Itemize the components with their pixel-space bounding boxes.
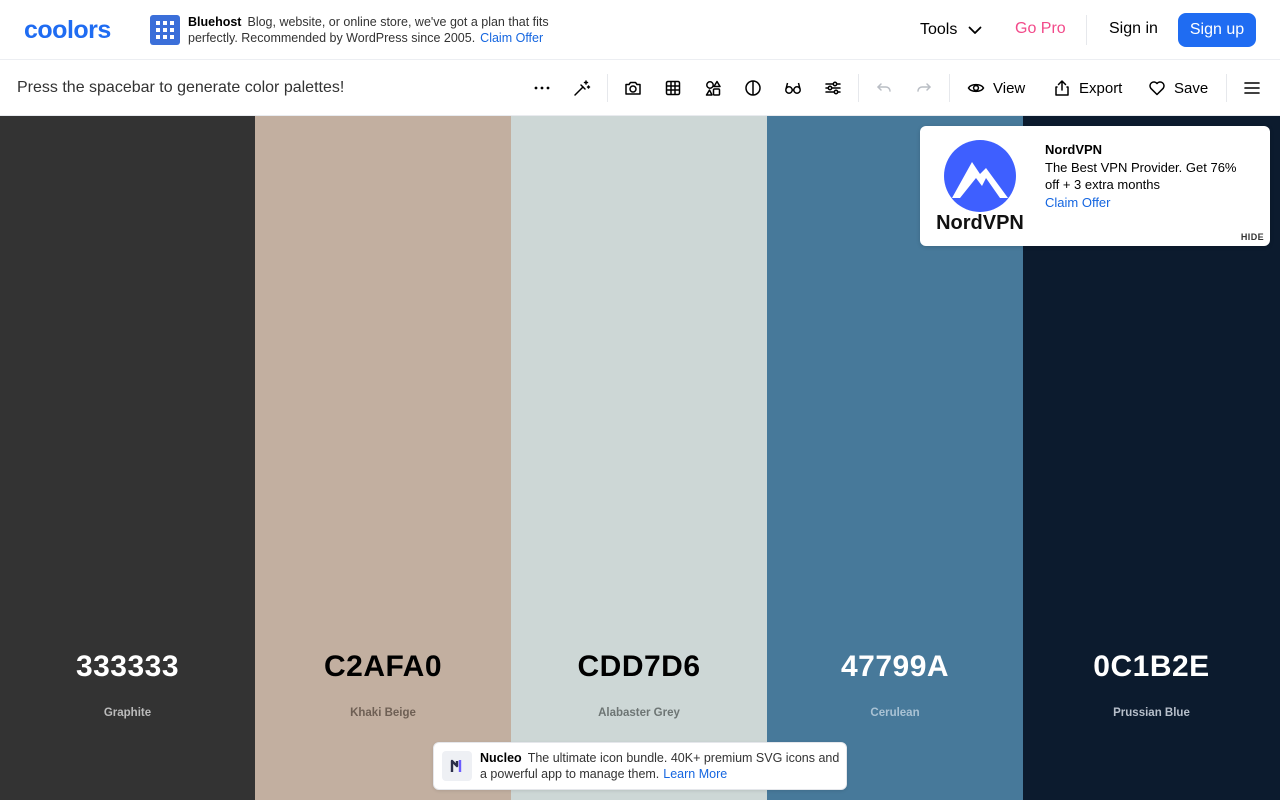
go-pro-link[interactable]: Go Pro	[1015, 20, 1066, 38]
hex-code[interactable]: 333333	[0, 650, 255, 684]
more-options-button[interactable]	[530, 76, 554, 100]
hide-ad-button[interactable]: HIDE	[1241, 232, 1264, 242]
hex-code[interactable]: 47799A	[767, 650, 1023, 684]
palette-toolbar: Press the spacebar to generate color pal…	[0, 60, 1280, 116]
color-name[interactable]: Alabaster Grey	[511, 707, 767, 719]
sliders-icon	[825, 81, 841, 95]
magic-button[interactable]	[570, 76, 594, 100]
nucleo-brand: Nucleo	[480, 751, 522, 765]
magic-wand-icon	[574, 80, 591, 96]
view-label: View	[993, 79, 1026, 97]
menu-button[interactable]	[1240, 76, 1264, 100]
shapes-icon	[705, 80, 721, 96]
save-label: Save	[1174, 79, 1209, 97]
camera-button[interactable]	[621, 76, 645, 100]
ad-brand: Bluehost	[188, 15, 242, 29]
nordvpn-logo: NordVPN	[936, 140, 1024, 232]
generate-hint: Press the spacebar to generate color pal…	[17, 79, 345, 96]
tools-menu[interactable]: Tools	[920, 19, 983, 41]
nordvpn-ad[interactable]: NordVPN NordVPN The Best VPN Provider. G…	[920, 126, 1270, 246]
toolbar-divider	[949, 74, 950, 102]
heart-icon	[1149, 81, 1165, 96]
color-swatch[interactable]: C2AFA0 Khaki Beige	[255, 116, 511, 800]
nucleo-ad-text: Nucleo The ultimate icon bundle. 40K+ pre…	[480, 750, 840, 782]
undo-icon	[877, 83, 891, 92]
hex-code[interactable]: C2AFA0	[255, 650, 511, 684]
hex-code[interactable]: 0C1B2E	[1023, 650, 1280, 684]
adjust-button[interactable]	[821, 76, 845, 100]
grid-icon	[665, 80, 681, 96]
toolbar-divider	[1226, 74, 1227, 102]
color-swatch[interactable]: 333333 Graphite	[0, 116, 255, 800]
nordvpn-description: The Best VPN Provider. Get 76% off + 3 e…	[1045, 159, 1237, 193]
tools-label: Tools	[920, 21, 958, 38]
undo-button[interactable]	[872, 76, 896, 100]
coolors-logo[interactable]: coolors	[24, 17, 124, 43]
toolbar-divider	[858, 74, 859, 102]
export-label: Export	[1079, 79, 1123, 97]
view-button[interactable]: View	[967, 76, 1025, 100]
save-button[interactable]: Save	[1148, 76, 1208, 100]
export-icon	[1055, 80, 1069, 96]
sign-up-button[interactable]: Sign up	[1178, 13, 1256, 47]
sign-in-link[interactable]: Sign in	[1109, 20, 1158, 38]
top-navigation: coolors Bluehost Blog, website, or online…	[0, 0, 1280, 60]
chevron-down-icon	[968, 26, 982, 34]
color-name[interactable]: Khaki Beige	[255, 707, 511, 719]
color-name[interactable]: Graphite	[0, 707, 255, 719]
nucleo-description: The ultimate icon bundle. 40K+ premium S…	[480, 751, 840, 781]
eye-icon	[967, 83, 985, 93]
nucleo-ad[interactable]: Nucleo The ultimate icon bundle. 40K+ pre…	[433, 742, 847, 790]
ad-text: Bluehost Blog, website, or online store, …	[188, 14, 578, 46]
grid-view-button[interactable]	[661, 76, 685, 100]
redo-button[interactable]	[912, 76, 936, 100]
contrast-button[interactable]	[741, 76, 765, 100]
nordvpn-claim-offer-link[interactable]: Claim Offer	[1045, 194, 1245, 212]
contrast-icon	[745, 80, 761, 96]
nav-divider	[1086, 15, 1087, 45]
nucleo-logo-icon	[442, 751, 472, 781]
grid-icon	[150, 15, 180, 45]
nucleo-learn-more-link[interactable]: Learn More	[663, 767, 727, 781]
nordvpn-ad-text: NordVPN The Best VPN Provider. Get 76% o…	[1045, 141, 1245, 211]
export-button[interactable]: Export	[1053, 76, 1122, 100]
menu-icon	[1244, 82, 1260, 94]
camera-icon	[625, 81, 641, 95]
more-icon	[534, 86, 550, 90]
color-swatch[interactable]: CDD7D6 Alabaster Grey	[511, 116, 767, 800]
hex-code[interactable]: CDD7D6	[511, 650, 767, 684]
color-name[interactable]: Cerulean	[767, 707, 1023, 719]
nordvpn-wordmark: NordVPN	[936, 212, 1024, 232]
toolbar-divider	[607, 74, 608, 102]
ad-claim-offer-link[interactable]: Claim Offer	[480, 31, 543, 45]
glasses-icon	[785, 82, 801, 94]
nordvpn-brand: NordVPN	[1045, 142, 1103, 157]
color-blindness-button[interactable]	[781, 76, 805, 100]
color-name[interactable]: Prussian Blue	[1023, 707, 1280, 719]
shapes-button[interactable]	[701, 76, 725, 100]
bluehost-ad[interactable]: Bluehost Blog, website, or online store, …	[150, 14, 580, 48]
redo-icon	[917, 83, 931, 92]
logo-text: coolors	[24, 17, 111, 43]
